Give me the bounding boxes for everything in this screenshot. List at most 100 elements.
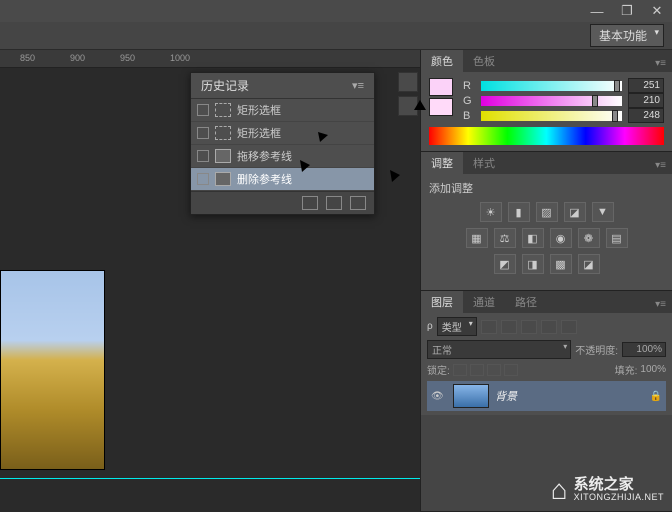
lock-position-icon[interactable] <box>487 364 501 376</box>
history-label: 拖移参考线 <box>237 148 292 164</box>
history-item[interactable]: 矩形选框 <box>191 122 374 145</box>
opacity-value[interactable]: 100% <box>622 342 666 357</box>
tab-channels[interactable]: 通道 <box>463 291 505 313</box>
fill-label: 填充: <box>615 362 638 377</box>
adjustments-panel: 调整 样式 ▾≡ 添加调整 ☀ ▮ ▨ ◪ ▼ ▦ ⚖ ◧ ◉ ❁ <box>421 152 672 291</box>
dock-strip <box>398 72 420 116</box>
value-b[interactable]: 248 <box>628 108 664 123</box>
adj-bw-icon[interactable]: ◧ <box>522 228 544 248</box>
adjust-title: 添加调整 <box>429 180 664 196</box>
lock-icon: 🔒 <box>650 391 662 402</box>
channel-r-label: R <box>463 80 475 92</box>
tab-swatches[interactable]: 色板 <box>463 50 505 72</box>
color-swatches <box>429 78 453 123</box>
filter-pixel-icon[interactable] <box>481 320 497 334</box>
history-checkbox[interactable] <box>197 104 209 116</box>
marquee-icon <box>215 103 231 117</box>
history-title: 历史记录 <box>201 77 249 94</box>
adj-levels-icon[interactable]: ▮ <box>508 202 530 222</box>
adj-balance-icon[interactable]: ⚖ <box>494 228 516 248</box>
filter-smart-icon[interactable] <box>561 320 577 334</box>
adj-photo-icon[interactable]: ◉ <box>550 228 572 248</box>
tab-layers[interactable]: 图层 <box>421 291 463 313</box>
panel-menu-icon[interactable]: ▾≡ <box>649 55 672 72</box>
slider-r[interactable] <box>481 81 622 91</box>
adj-gradmap-icon[interactable]: ◪ <box>578 254 600 274</box>
lock-all-icon[interactable] <box>504 364 518 376</box>
adj-exposure-icon[interactable]: ◪ <box>564 202 586 222</box>
filter-adjust-icon[interactable] <box>501 320 517 334</box>
adjust-row: ☀ ▮ ▨ ◪ ▼ <box>429 202 664 222</box>
layer-thumbnail[interactable] <box>453 384 489 408</box>
value-r[interactable]: 251 <box>628 78 664 93</box>
watermark-en: XITONGZHIJIA.NET <box>574 493 664 503</box>
adj-curves-icon[interactable]: ▨ <box>536 202 558 222</box>
lock-transparent-icon[interactable] <box>453 364 467 376</box>
background-swatch[interactable] <box>429 98 453 116</box>
adj-poster-icon[interactable]: ◨ <box>522 254 544 274</box>
channel-g-label: G <box>463 95 475 107</box>
titlebar: — ❐ ✕ <box>0 0 672 22</box>
adj-hue-icon[interactable]: ▦ <box>466 228 488 248</box>
adjust-row: ◩ ◨ ▩ ◪ <box>429 254 664 274</box>
ruler-tick: 900 <box>70 53 85 63</box>
layer-background[interactable]: 背景 🔒 <box>427 381 666 411</box>
adj-thresh-icon[interactable]: ▩ <box>550 254 572 274</box>
filter-shape-icon[interactable] <box>541 320 557 334</box>
new-document-icon[interactable] <box>302 196 318 210</box>
tab-styles[interactable]: 样式 <box>463 152 505 174</box>
restore-button[interactable]: ❐ <box>612 1 642 21</box>
guide-line[interactable] <box>0 478 420 479</box>
collapse-icon[interactable] <box>398 72 418 92</box>
panel-menu-icon[interactable]: ▾≡ <box>352 79 364 92</box>
watermark-cn: 系统之家 <box>574 477 664 494</box>
marquee-icon <box>215 126 231 140</box>
history-label: 矩形选框 <box>237 125 281 141</box>
tab-adjust[interactable]: 调整 <box>421 152 463 174</box>
opacity-label: 不透明度: <box>575 342 618 357</box>
history-panel: 历史记录 ▾≡ 矩形选框 矩形选框 拖移参考线 删除参考线 <box>190 72 375 215</box>
workspace-selector[interactable]: 基本功能 <box>590 24 664 47</box>
watermark: ⌂ 系统之家 XITONGZHIJIA.NET <box>551 474 664 506</box>
filter-text-icon[interactable] <box>521 320 537 334</box>
foreground-swatch[interactable] <box>429 78 453 96</box>
color-spectrum[interactable] <box>429 127 664 145</box>
trash-icon[interactable] <box>350 196 366 210</box>
history-label: 矩形选框 <box>237 102 281 118</box>
watermark-logo-icon: ⌂ <box>551 474 568 506</box>
ruler-tick: 950 <box>120 53 135 63</box>
history-checkbox[interactable] <box>197 173 209 185</box>
snapshot-icon[interactable] <box>326 196 342 210</box>
tab-paths[interactable]: 路径 <box>505 291 547 313</box>
adj-invert-icon[interactable]: ◩ <box>494 254 516 274</box>
adj-mixer-icon[interactable]: ❁ <box>578 228 600 248</box>
canvas-image[interactable] <box>0 270 105 470</box>
workspace-bar: 基本功能 <box>0 22 672 50</box>
panel-menu-icon[interactable]: ▾≡ <box>649 157 672 174</box>
panel-menu-icon[interactable]: ▾≡ <box>649 296 672 313</box>
lock-pixels-icon[interactable] <box>470 364 484 376</box>
close-button[interactable]: ✕ <box>642 1 672 21</box>
history-footer <box>191 191 374 214</box>
slider-b[interactable] <box>481 111 622 121</box>
minimize-button[interactable]: — <box>582 1 612 21</box>
ruler-horizontal[interactable]: 850 900 950 1000 <box>0 50 420 68</box>
layer-name[interactable]: 背景 <box>495 388 517 404</box>
history-checkbox[interactable] <box>197 150 209 162</box>
blend-mode-select[interactable]: 正常 <box>427 340 571 359</box>
adj-lookup-icon[interactable]: ▤ <box>606 228 628 248</box>
adj-brightness-icon[interactable]: ☀ <box>480 202 502 222</box>
fill-value[interactable]: 100% <box>640 364 666 375</box>
ruler-tick: 1000 <box>170 53 190 63</box>
history-item-selected[interactable]: 删除参考线 <box>191 168 374 191</box>
history-checkbox[interactable] <box>197 127 209 139</box>
dock-panel-icon[interactable] <box>398 96 418 116</box>
layer-filter-type[interactable]: 类型 <box>437 317 477 336</box>
visibility-toggle-icon[interactable] <box>431 390 447 402</box>
value-g[interactable]: 210 <box>628 93 664 108</box>
tab-color[interactable]: 颜色 <box>421 50 463 72</box>
history-item[interactable]: 拖移参考线 <box>191 145 374 168</box>
history-item[interactable]: 矩形选框 <box>191 99 374 122</box>
slider-g[interactable] <box>481 96 622 106</box>
adj-vibrance-icon[interactable]: ▼ <box>592 202 614 222</box>
